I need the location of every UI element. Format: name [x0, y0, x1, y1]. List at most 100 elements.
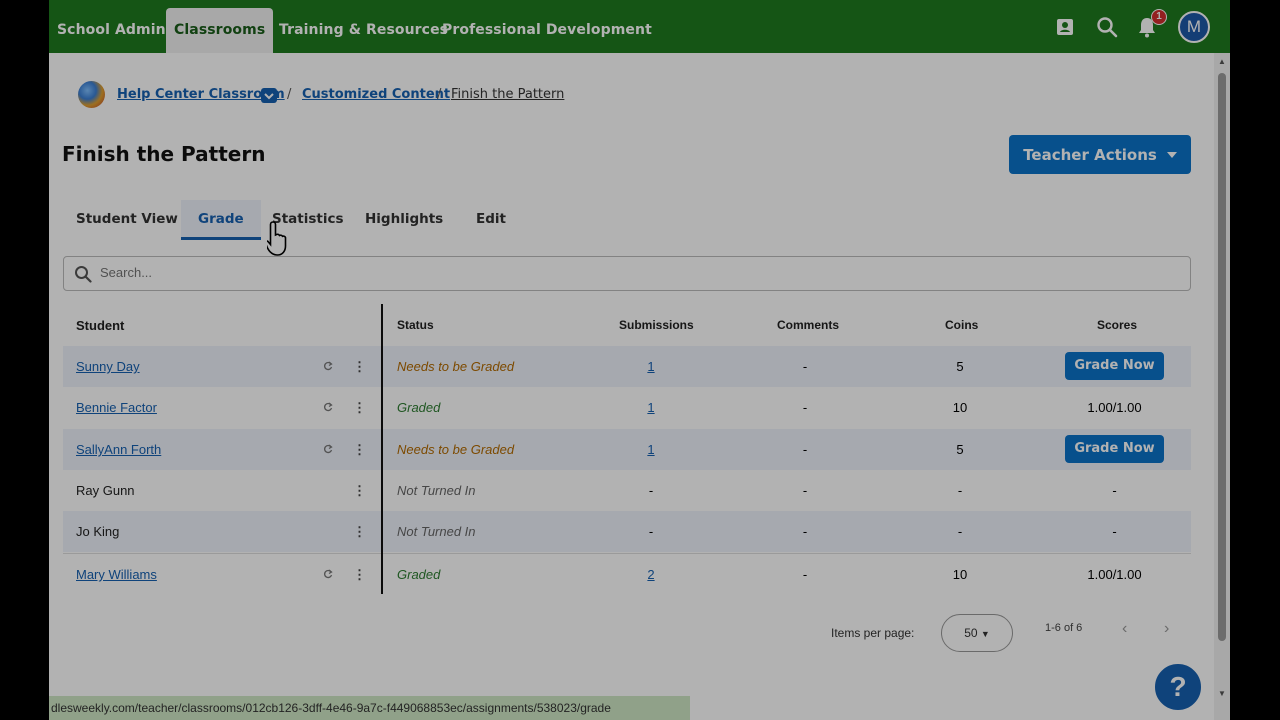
items-per-page-label: Items per page:: [831, 626, 915, 640]
search-icon: [74, 265, 92, 288]
status-text: Graded: [397, 400, 441, 415]
tab-student-view[interactable]: Student View: [76, 200, 178, 240]
refresh-icon[interactable]: [323, 387, 333, 428]
refresh-icon[interactable]: [323, 346, 333, 387]
coins-count: 10: [952, 567, 968, 582]
coins-count: 10: [952, 400, 968, 415]
tab-edit[interactable]: Edit: [476, 200, 506, 240]
submissions-count: -: [648, 483, 654, 498]
status-text: Needs to be Graded: [397, 442, 515, 457]
submissions-link[interactable]: 1: [633, 346, 669, 387]
app-window: School Admin Classrooms Training & Resou…: [49, 0, 1230, 720]
classroom-logo-icon: [78, 81, 105, 108]
status-bar-url: dlesweekly.com/teacher/classrooms/012cb1…: [49, 696, 690, 720]
refresh-icon[interactable]: [323, 429, 333, 470]
student-name: Ray Gunn: [76, 483, 135, 498]
column-header-coins: Coins: [945, 318, 979, 332]
grade-now-button[interactable]: Grade Now: [1065, 435, 1164, 463]
comments-count: -: [802, 400, 808, 415]
nav-professional-development[interactable]: Professional Development: [442, 8, 652, 53]
column-header-student: Student: [76, 318, 125, 333]
row-menu-icon[interactable]: ⋮: [353, 429, 366, 470]
table-row: Mary Williams ⋮ Graded 2 - 10 1.00/1.00: [63, 553, 1191, 594]
scroll-up-icon[interactable]: ▲: [1218, 57, 1226, 66]
teacher-actions-button[interactable]: Teacher Actions: [1009, 135, 1191, 174]
column-header-comments: Comments: [777, 318, 840, 332]
search-box[interactable]: [63, 256, 1191, 291]
tab-grade[interactable]: Grade: [181, 200, 261, 240]
row-menu-icon[interactable]: ⋮: [353, 346, 366, 387]
coins-count: -: [957, 483, 963, 498]
student-name-link[interactable]: SallyAnn Forth: [76, 429, 161, 470]
dropdown-caret-icon: ▼: [980, 629, 990, 639]
breadcrumb-section[interactable]: Customized Content: [302, 87, 450, 102]
comments-count: -: [802, 567, 808, 582]
row-menu-icon[interactable]: ⋮: [353, 470, 366, 511]
table-row: Sunny Day ⋮ Needs to be Graded 1 - 5 Gra…: [63, 346, 1191, 387]
comments-count: -: [802, 524, 808, 539]
submissions-link[interactable]: 1: [633, 429, 669, 470]
coins-count: 5: [956, 442, 964, 457]
comments-count: -: [802, 483, 808, 498]
items-per-page-value: 50: [964, 626, 978, 640]
table-row: SallyAnn Forth ⋮ Needs to be Graded 1 - …: [63, 429, 1191, 470]
avatar[interactable]: M: [1178, 11, 1210, 43]
column-header-status: Status: [397, 318, 434, 332]
teacher-actions-label: Teacher Actions: [1023, 145, 1157, 164]
tab-highlights[interactable]: Highlights: [365, 200, 443, 240]
breadcrumb-separator: /: [437, 87, 442, 102]
submissions-link[interactable]: 2: [633, 554, 669, 595]
row-menu-icon[interactable]: ⋮: [353, 554, 366, 595]
search-input[interactable]: [100, 265, 700, 280]
score-value: 1.00/1.00: [1087, 567, 1142, 582]
column-header-scores: Scores: [1097, 318, 1138, 332]
pagination-range: 1-6 of 6: [1045, 622, 1083, 634]
comments-count: -: [802, 359, 808, 374]
score-value: -: [1112, 524, 1117, 539]
help-icon[interactable]: ?: [1152, 661, 1204, 713]
next-page-icon[interactable]: ›: [1164, 620, 1169, 638]
student-name-link[interactable]: Mary Williams: [76, 554, 157, 595]
student-name: Jo King: [76, 524, 120, 539]
score-value: -: [1112, 483, 1117, 498]
score-value: 1.00/1.00: [1087, 400, 1142, 415]
table-row: Ray Gunn ⋮ Not Turned In - - - -: [63, 470, 1191, 511]
submissions-link[interactable]: 1: [633, 387, 669, 428]
grade-now-button[interactable]: Grade Now: [1065, 352, 1164, 380]
breadcrumb-classroom[interactable]: Help Center Classroom: [117, 87, 285, 102]
contact-card-icon[interactable]: [1052, 14, 1078, 40]
scrollbar[interactable]: ▲ ▼: [1214, 53, 1230, 720]
status-text: Needs to be Graded: [397, 359, 515, 374]
row-menu-icon[interactable]: ⋮: [353, 511, 366, 552]
caret-down-icon: [1166, 151, 1177, 158]
status-text: Not Turned In: [397, 524, 476, 539]
prev-page-icon[interactable]: ‹: [1122, 620, 1127, 638]
coins-count: -: [957, 524, 963, 539]
table-row: Bennie Factor ⋮ Graded 1 - 10 1.00/1.00: [63, 387, 1191, 428]
refresh-icon[interactable]: [323, 554, 333, 595]
scroll-thumb[interactable]: [1218, 73, 1226, 641]
breadcrumb-separator: /: [287, 87, 292, 102]
column-divider: [381, 304, 383, 594]
hand-cursor-icon: [264, 220, 293, 265]
comments-count: -: [802, 442, 808, 457]
student-name-link[interactable]: Sunny Day: [76, 346, 140, 387]
nav-school-admin[interactable]: School Admin: [57, 8, 166, 53]
table-row: Jo King ⋮ Not Turned In - - - -: [63, 511, 1191, 552]
nav-training-resources[interactable]: Training & Resources: [279, 8, 448, 53]
breadcrumb-current: Finish the Pattern: [451, 87, 565, 102]
row-menu-icon[interactable]: ⋮: [353, 387, 366, 428]
student-name-link[interactable]: Bennie Factor: [76, 387, 157, 428]
nav-classrooms[interactable]: Classrooms: [166, 8, 274, 53]
classroom-dropdown-icon[interactable]: [261, 88, 277, 103]
scroll-down-icon[interactable]: ▼: [1218, 689, 1226, 698]
top-nav: School Admin Classrooms Training & Resou…: [49, 0, 1230, 53]
status-text: Not Turned In: [397, 483, 476, 498]
items-per-page-select[interactable]: 50 ▼: [941, 614, 1013, 652]
status-text: Graded: [397, 567, 441, 582]
submissions-count: -: [648, 524, 654, 539]
column-header-submissions: Submissions: [619, 318, 694, 332]
search-icon[interactable]: [1094, 14, 1120, 40]
coins-count: 5: [956, 359, 964, 374]
notification-badge: 1: [1151, 9, 1167, 25]
